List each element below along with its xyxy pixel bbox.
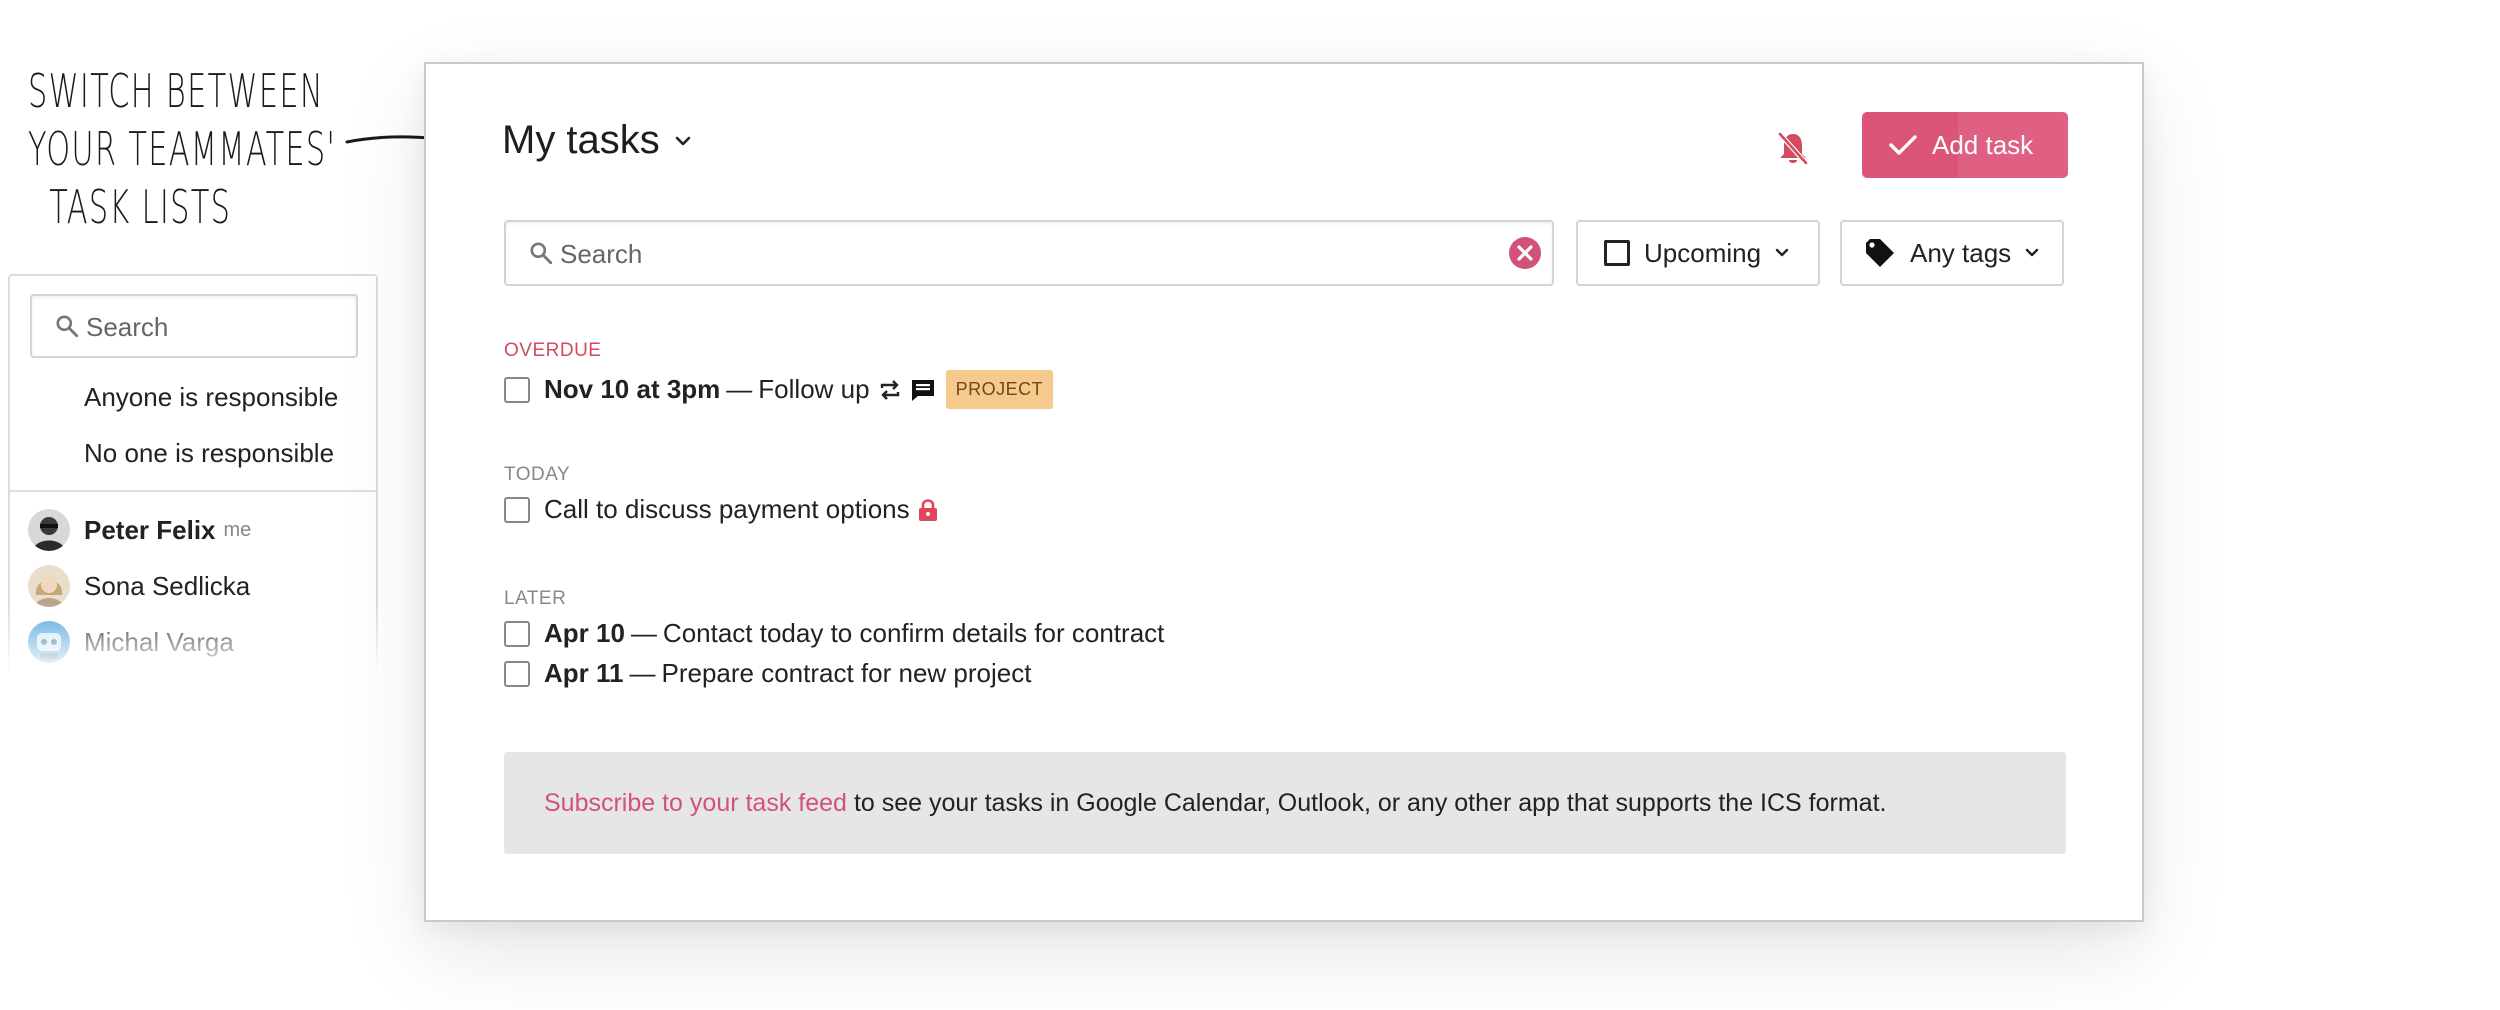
page-title: My tasks: [502, 118, 660, 162]
section-label-later: LATER: [504, 588, 567, 609]
annotation-line: your teammates': [28, 122, 337, 176]
task-title[interactable]: Follow up: [758, 374, 869, 405]
task-title[interactable]: Prepare contract for new project: [662, 658, 1032, 689]
search-icon: [530, 242, 553, 265]
assignee-search-input[interactable]: [86, 306, 346, 348]
person-name: Michal Varga: [84, 626, 234, 657]
task-title[interactable]: Call to discuss payment options: [544, 494, 910, 525]
task-panel: My tasks Add task Upcoming: [424, 62, 2144, 922]
task-checkbox[interactable]: [504, 376, 530, 403]
clear-search-icon[interactable]: [1508, 236, 1542, 270]
task-date: Apr 11: [544, 658, 624, 688]
task-item: Apr 10 — Contact today to confirm detail…: [504, 618, 1164, 649]
task-checkbox[interactable]: [504, 660, 530, 687]
section-label-today: TODAY: [504, 464, 571, 485]
annotation-line: Switch between: [28, 64, 324, 118]
task-search-field[interactable]: [504, 220, 1554, 286]
feed-description: to see your tasks in Google Calendar, Ou…: [853, 788, 1887, 817]
me-label: me: [223, 518, 252, 541]
chevron-down-icon: [2025, 248, 2039, 257]
date-filter-dropdown[interactable]: Upcoming: [1576, 220, 1820, 286]
task-item: Call to discuss payment options: [504, 494, 938, 525]
tag-icon: [1866, 239, 1894, 267]
option-anyone-responsible[interactable]: Anyone is responsible: [84, 382, 338, 413]
annotation-text: Switch between your teammates' task list…: [28, 62, 337, 236]
annotation-line: task lists: [49, 180, 232, 234]
avatar: [28, 509, 70, 551]
assignee-search-field[interactable]: [30, 294, 358, 358]
task-date: Nov 10 at 3pm: [544, 374, 721, 404]
task-item: Apr 11 — Prepare contract for new projec…: [504, 658, 1031, 689]
person-name: Peter Felix: [84, 514, 216, 545]
task-list-switcher[interactable]: My tasks: [502, 118, 692, 163]
task-separator: —: [629, 658, 656, 688]
check-icon: [1889, 135, 1917, 155]
lock-icon: [918, 498, 937, 521]
task-search-input[interactable]: [560, 232, 1460, 276]
assignee-dropdown: Anyone is responsible No one is responsi…: [8, 274, 378, 674]
person-sona-sedlicka[interactable]: Sona Sedlicka: [28, 564, 250, 608]
tag-filter-dropdown[interactable]: Any tags: [1840, 220, 2064, 286]
person-michal-varga[interactable]: Michal Varga: [28, 620, 234, 664]
chevron-down-icon: [675, 136, 691, 145]
option-no-one-responsible[interactable]: No one is responsible: [84, 438, 334, 469]
avatar: [28, 621, 70, 663]
person-peter-felix[interactable]: Peter Felix me: [28, 508, 251, 552]
section-label-overdue: OVERDUE: [504, 340, 602, 361]
chevron-down-icon: [1775, 248, 1789, 257]
add-task-label: Add task: [1932, 129, 2034, 160]
task-separator: —: [726, 374, 753, 404]
bell-off-icon[interactable]: [1776, 130, 1810, 166]
task-date: Apr 10: [544, 618, 625, 648]
date-filter-label: Upcoming: [1644, 237, 1762, 268]
add-task-button[interactable]: Add task: [1862, 112, 2068, 178]
person-name: Sona Sedlicka: [84, 570, 251, 601]
search-icon: [56, 315, 79, 338]
checkbox-icon: [1604, 240, 1630, 266]
task-checkbox[interactable]: [504, 620, 530, 647]
comment-icon: [911, 379, 934, 401]
task-title[interactable]: Contact today to confirm details for con…: [663, 618, 1164, 649]
subscribe-feed-link[interactable]: Subscribe to your task feed: [544, 789, 847, 818]
project-badge[interactable]: PROJECT: [945, 370, 1054, 409]
repeat-icon: [880, 379, 899, 400]
task-checkbox[interactable]: [504, 496, 530, 523]
task-item: Nov 10 at 3pm — Follow up PROJECT: [504, 370, 1054, 409]
tag-filter-label: Any tags: [1910, 237, 2012, 268]
avatar: [28, 565, 70, 607]
task-feed-notice: Subscribe to your task feed to see your …: [504, 752, 2066, 854]
task-separator: —: [630, 618, 657, 648]
divider: [10, 490, 376, 492]
